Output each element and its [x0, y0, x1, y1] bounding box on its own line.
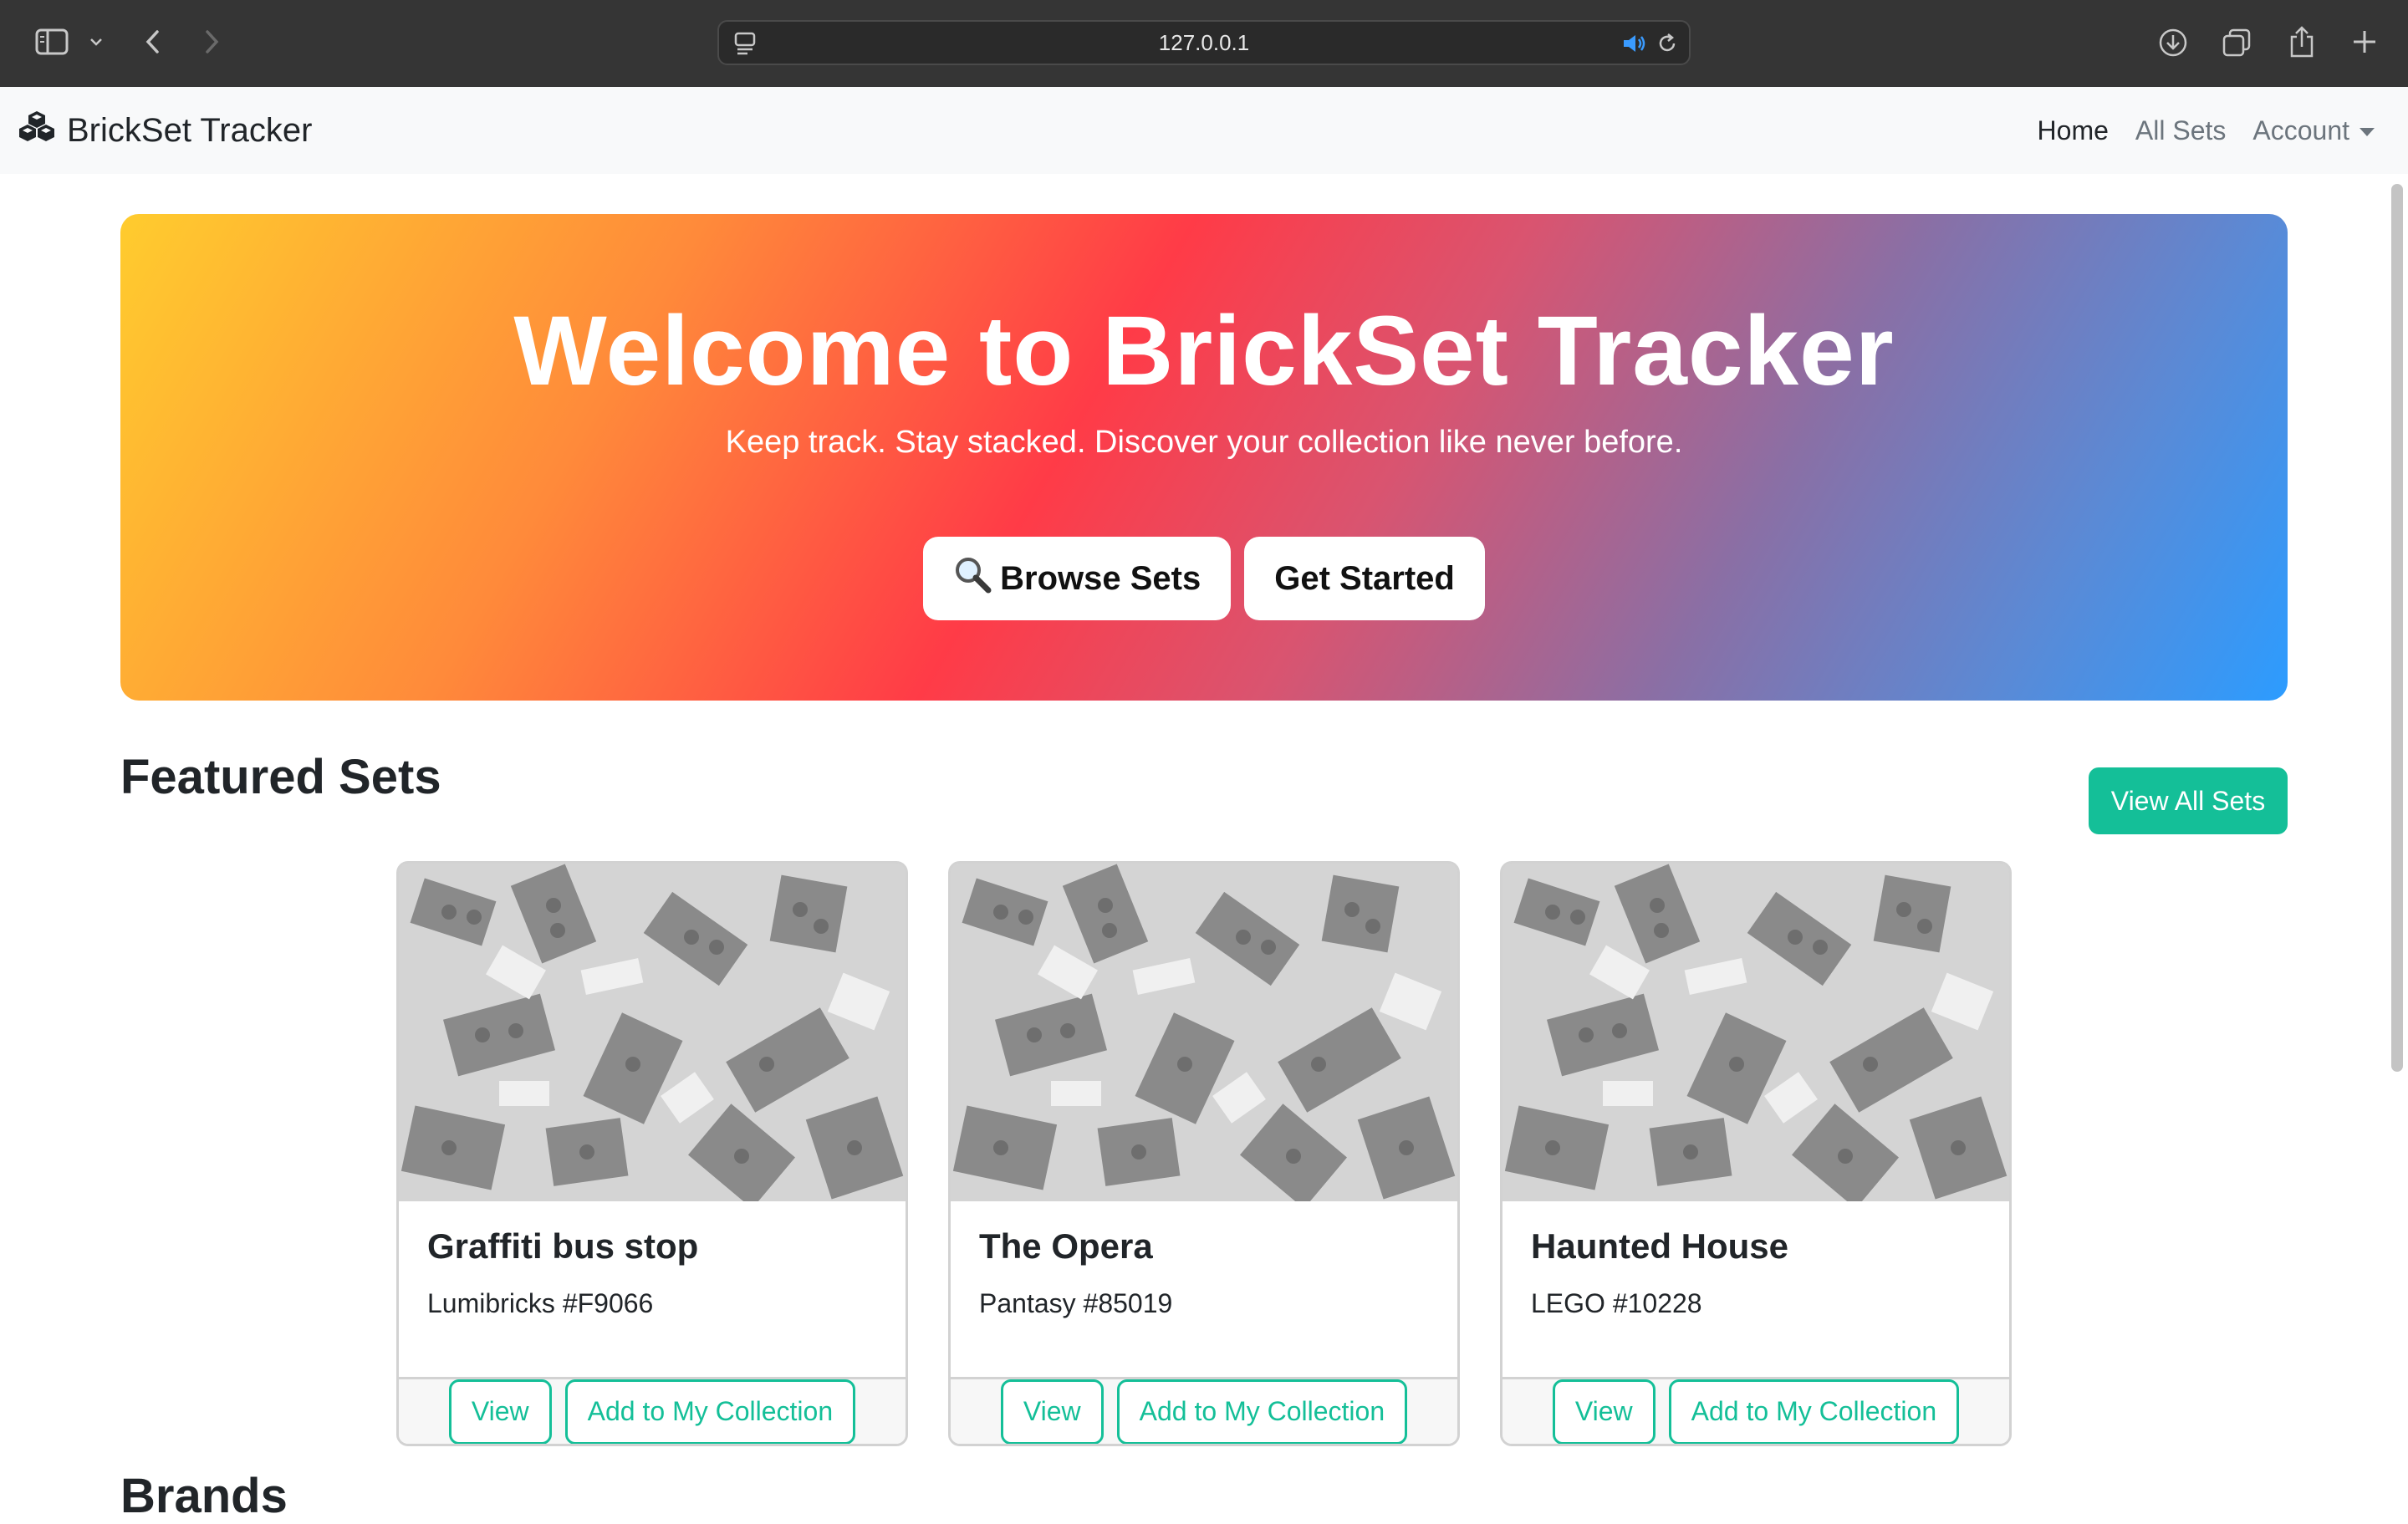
add-to-collection-button[interactable]: Add to My Collection — [1668, 1379, 1960, 1444]
sidebar-toggle-icon[interactable] — [33, 25, 70, 59]
nav-account-dropdown[interactable]: Account — [2252, 115, 2375, 146]
new-tab-icon[interactable] — [2348, 25, 2381, 59]
brand-link[interactable]: BrickSet Tracker — [18, 87, 312, 174]
chevron-down-icon[interactable] — [87, 32, 105, 52]
nav-home[interactable]: Home — [2038, 115, 2109, 146]
hero-actions: Browse Sets Get Started — [120, 537, 2288, 620]
set-brand-number: Pantasy #85019 — [979, 1288, 1173, 1318]
nav-account-label: Account — [2252, 115, 2349, 145]
set-card: Graffiti bus stop Lumibricks #F9066 View… — [396, 861, 908, 1446]
brands-heading: Brands — [120, 1469, 288, 1523]
set-card: Haunted House LEGO #10228 View Add to My… — [1500, 861, 2012, 1446]
set-image — [951, 864, 1457, 1201]
speaker-icon[interactable] — [1620, 30, 1649, 57]
set-card-body: The Opera Pantasy #85019 — [951, 1201, 1457, 1377]
address-bar[interactable]: 127.0.0.1 — [717, 20, 1691, 65]
set-name: Haunted House — [1531, 1226, 1789, 1266]
set-card-footer: View Add to My Collection — [1502, 1377, 2009, 1444]
hero-banner: Welcome to BrickSet Tracker Keep track. … — [120, 214, 2288, 701]
featured-sets-heading: Featured Sets — [120, 750, 441, 804]
set-card-body: Graffiti bus stop Lumibricks #F9066 — [399, 1201, 906, 1377]
set-image — [399, 864, 906, 1201]
url-text: 127.0.0.1 — [1158, 30, 1250, 55]
download-icon[interactable] — [2155, 25, 2191, 60]
nav-links: Home All Sets Account — [2038, 87, 2375, 174]
reload-icon[interactable] — [1654, 30, 1681, 57]
set-card-body: Haunted House LEGO #10228 — [1502, 1201, 2009, 1377]
nav-all-sets[interactable]: All Sets — [2135, 115, 2226, 146]
caret-down-icon — [2360, 128, 2375, 137]
set-card-footer: View Add to My Collection — [951, 1377, 1457, 1444]
forward-icon[interactable] — [199, 25, 226, 59]
browser-chrome: 127.0.0.1 — [0, 0, 2408, 87]
app-navbar: BrickSet Tracker Home All Sets Account — [0, 87, 2408, 174]
magnifier-icon — [953, 555, 992, 602]
tabs-overview-icon[interactable] — [2219, 25, 2254, 60]
view-all-sets-button[interactable]: View All Sets — [2089, 767, 2288, 834]
get-started-label: Get Started — [1274, 559, 1455, 597]
share-icon[interactable] — [2284, 23, 2319, 60]
browse-sets-button[interactable]: Browse Sets — [923, 537, 1232, 620]
set-brand-number: LEGO #10228 — [1531, 1288, 1702, 1318]
browse-sets-label: Browse Sets — [1000, 559, 1201, 597]
hero-subtitle: Keep track. Stay stacked. Discover your … — [725, 425, 1683, 460]
bricks-logo-icon — [18, 110, 55, 151]
add-to-collection-button[interactable]: Add to My Collection — [1116, 1379, 1408, 1444]
view-set-button[interactable]: View — [448, 1379, 552, 1444]
get-started-button[interactable]: Get Started — [1244, 537, 1485, 620]
set-name: Graffiti bus stop — [427, 1226, 699, 1266]
set-card: The Opera Pantasy #85019 View Add to My … — [948, 861, 1460, 1446]
set-image — [1502, 864, 2009, 1201]
set-brand-number: Lumibricks #F9066 — [427, 1288, 654, 1318]
add-to-collection-button[interactable]: Add to My Collection — [564, 1379, 856, 1444]
view-set-button[interactable]: View — [1552, 1379, 1656, 1444]
page-scrollbar[interactable] — [2391, 184, 2403, 1072]
brand-name: BrickSet Tracker — [67, 111, 313, 149]
set-card-footer: View Add to My Collection — [399, 1377, 906, 1444]
back-icon[interactable] — [139, 25, 166, 59]
set-name: The Opera — [979, 1226, 1153, 1266]
hero-title: Welcome to BrickSet Tracker — [513, 296, 1895, 406]
view-set-button[interactable]: View — [1000, 1379, 1104, 1444]
